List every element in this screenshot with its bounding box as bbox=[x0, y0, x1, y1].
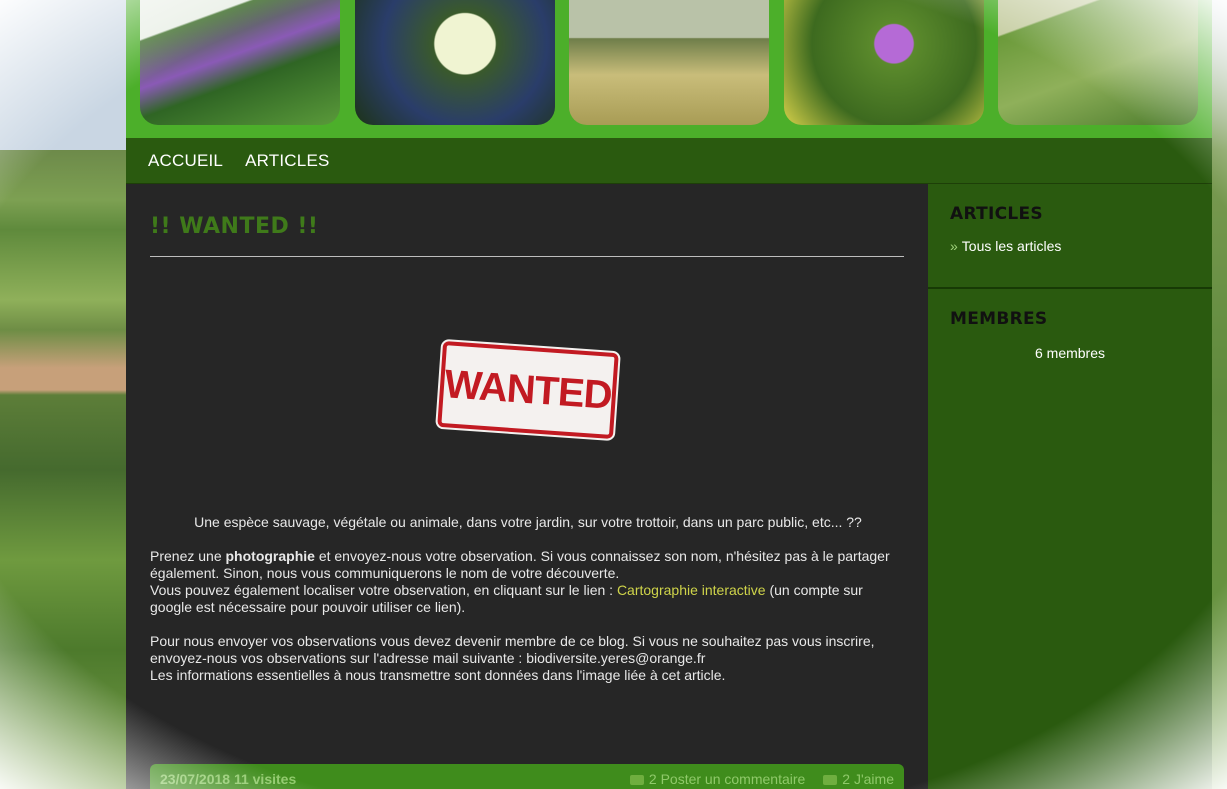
comment-icon bbox=[629, 775, 644, 786]
blog-page: ACCUEIL ARTICLES !! WANTED !! WANTED Une… bbox=[126, 0, 1212, 789]
post-date-visits: 23/07/2018 11 visites bbox=[160, 771, 297, 787]
title-divider bbox=[150, 256, 904, 257]
members-widget: MEMBRES 6 membres bbox=[928, 289, 1212, 361]
comment-button[interactable]: 2 Poster un commentaire bbox=[629, 771, 805, 787]
landscape-background-left bbox=[0, 0, 140, 789]
members-count[interactable]: 6 membres bbox=[950, 345, 1190, 361]
cartographie-link[interactable]: Cartographie interactive bbox=[617, 582, 766, 598]
members-widget-title: MEMBRES bbox=[950, 309, 1048, 329]
banner-photo-orchid bbox=[784, 0, 984, 125]
bold-photographie: photographie bbox=[225, 548, 315, 564]
articles-widget-title: ARTICLES bbox=[950, 204, 1043, 224]
wanted-stamp: WANTED bbox=[437, 340, 619, 440]
banner-photo-hillside bbox=[998, 0, 1198, 125]
post-paragraph-membership: Pour nous envoyer vos observations vous … bbox=[150, 633, 875, 666]
sidebar: ARTICLES » Tous les articles MEMBRES 6 me… bbox=[928, 184, 1212, 789]
post-paragraph-photo: Prenez une photographie et envoyez-nous … bbox=[150, 548, 890, 581]
banner-photo-flowers-hand bbox=[140, 0, 340, 125]
banner-photo-children-field bbox=[569, 0, 769, 125]
main-nav: ACCUEIL ARTICLES bbox=[126, 138, 1212, 184]
post-body: Une espèce sauvage, végétale ou animale,… bbox=[150, 514, 906, 684]
main-content: !! WANTED !! WANTED Une espèce sauvage, … bbox=[126, 184, 928, 789]
wanted-image[interactable]: WANTED bbox=[437, 340, 619, 440]
post-title[interactable]: !! WANTED !! bbox=[150, 214, 904, 244]
nav-item-accueil[interactable]: ACCUEIL bbox=[148, 151, 223, 171]
post-footer: 23/07/2018 11 visites 2 Poster un commen… bbox=[150, 764, 904, 789]
banner-photo-butterfly bbox=[355, 0, 555, 125]
post-paragraph-info: Les informations essentielles à nous tra… bbox=[150, 667, 726, 683]
articles-widget: ARTICLES » Tous les articles bbox=[928, 184, 1212, 289]
header-banner bbox=[126, 0, 1212, 138]
chevron-right-icon: » bbox=[950, 238, 958, 254]
nav-item-articles[interactable]: ARTICLES bbox=[245, 151, 329, 171]
post-intro: Une espèce sauvage, végétale ou animale,… bbox=[194, 514, 862, 530]
post-paragraph-map: Vous pouvez également localiser votre ob… bbox=[150, 582, 863, 615]
like-button[interactable]: 2 J'aime bbox=[823, 771, 894, 787]
all-articles-link[interactable]: » Tous les articles bbox=[950, 238, 1190, 254]
like-icon bbox=[823, 775, 838, 786]
